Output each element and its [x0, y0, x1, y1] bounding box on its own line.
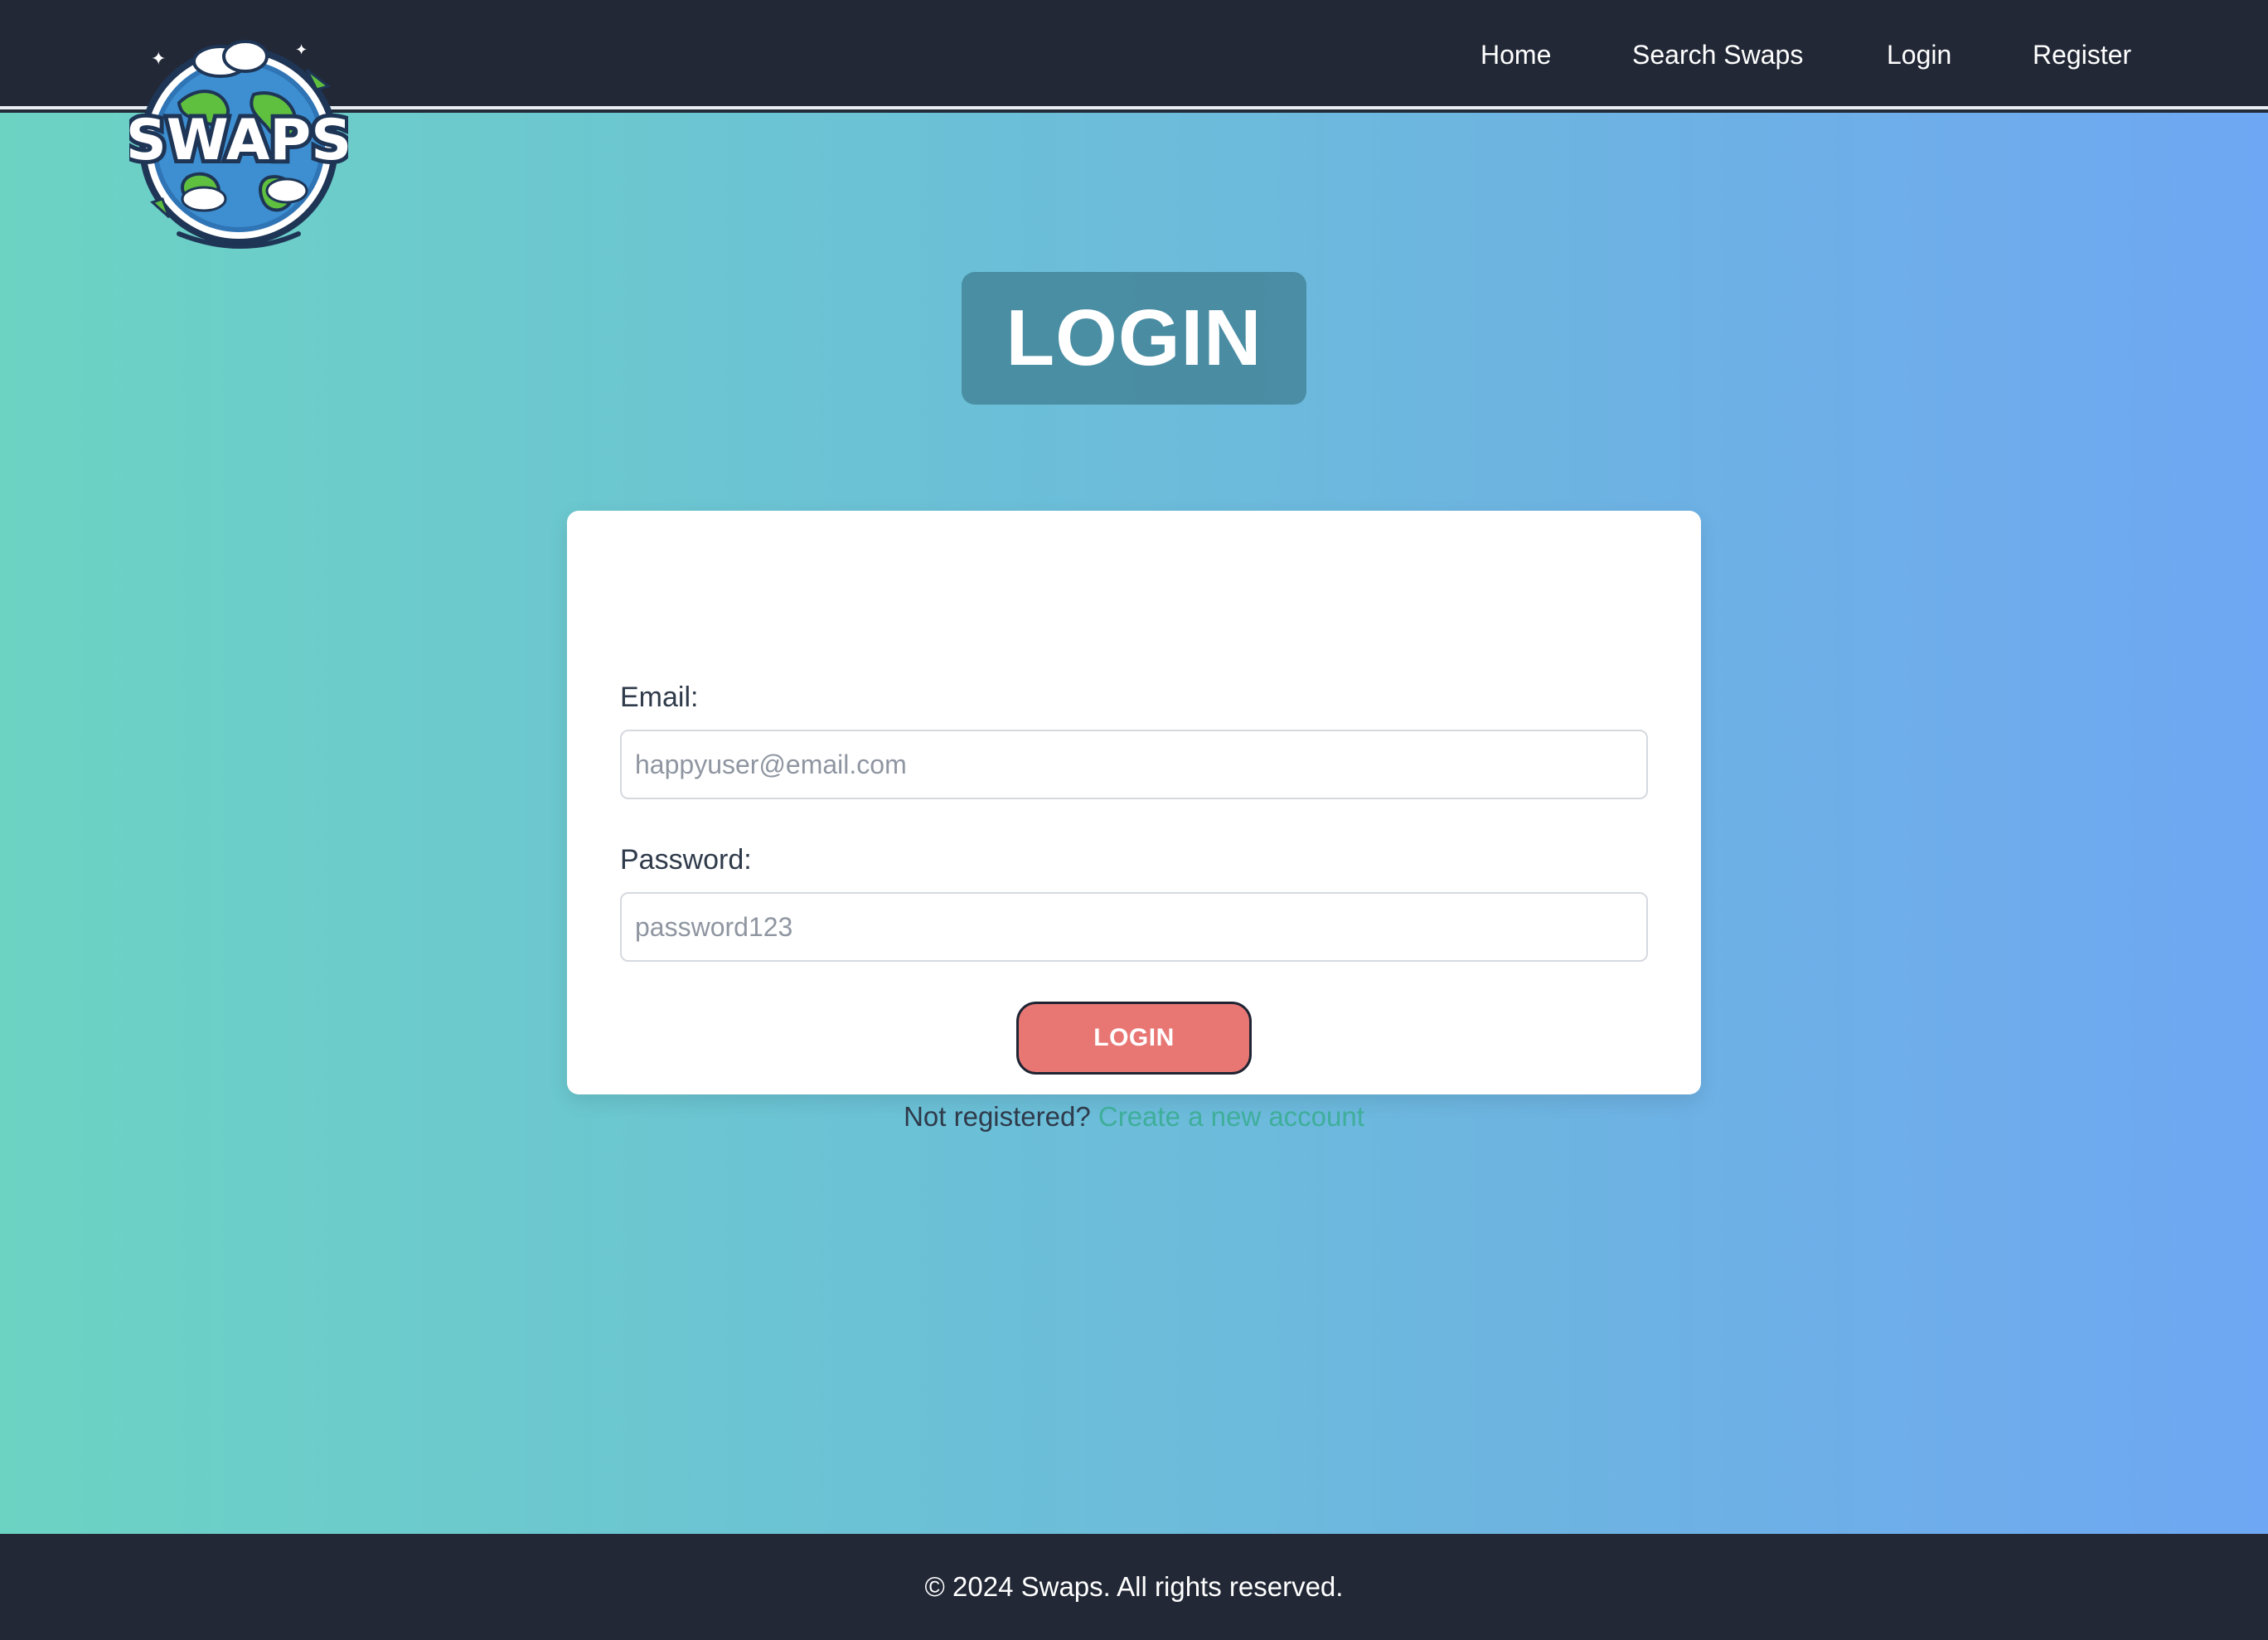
register-prompt-text: Not registered? [904, 1101, 1098, 1132]
password-label: Password: [620, 844, 752, 876]
globe-swap-logo-icon: ✦ ✦ SWAPS [122, 40, 356, 249]
page-title: LOGIN [1006, 294, 1262, 382]
email-label: Email: [620, 682, 699, 713]
swaps-logo[interactable]: ✦ ✦ SWAPS [122, 36, 356, 255]
svg-text:✦: ✦ [295, 41, 308, 59]
register-prompt-line: Not registered? Create a new account [567, 1101, 1701, 1133]
footer-copyright: © 2024 Swaps. All rights reserved. [924, 1571, 1344, 1602]
create-account-link[interactable]: Create a new account [1098, 1101, 1364, 1132]
login-submit-button[interactable]: LOGIN [1016, 1002, 1252, 1075]
page-title-box: LOGIN [962, 272, 1306, 405]
nav-login-link[interactable]: Login [1887, 40, 1951, 70]
password-field[interactable] [620, 892, 1648, 962]
nav-home-link[interactable]: Home [1480, 40, 1551, 70]
login-form-card: Email: Password: LOGIN Not registered? C… [567, 511, 1701, 1132]
page-footer: © 2024 Swaps. All rights reserved. [0, 1534, 2268, 1640]
svg-text:✦: ✦ [151, 49, 166, 70]
main-content: LOGIN Email: Password: LOGIN Not registe… [0, 113, 2268, 1534]
nav-search-swaps-link[interactable]: Search Swaps [1632, 40, 1803, 70]
nav-register-link[interactable]: Register [2033, 40, 2131, 70]
svg-text:SWAPS: SWAPS [129, 108, 348, 173]
email-field[interactable] [620, 730, 1648, 799]
